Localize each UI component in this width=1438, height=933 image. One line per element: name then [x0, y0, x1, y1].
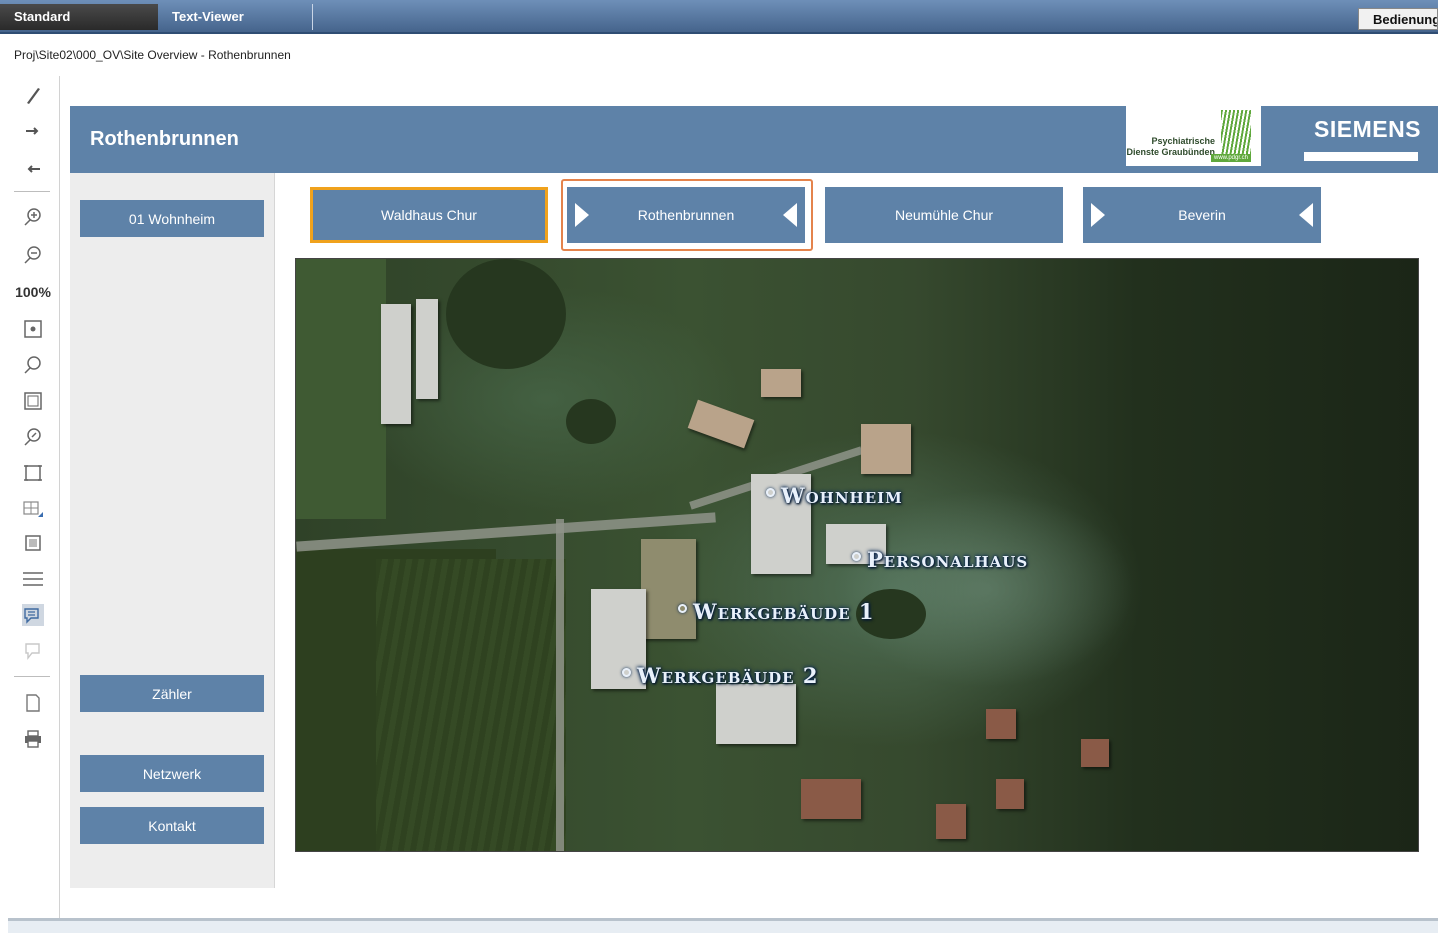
building	[861, 424, 911, 474]
site-label: Rothenbrunnen	[637, 207, 735, 223]
partner-logo-text: Psychiatrische Dienste Graubünden	[1126, 136, 1215, 157]
site-label: Beverin	[1178, 207, 1226, 223]
building	[1081, 739, 1109, 767]
zoom-out-icon[interactable]	[18, 242, 48, 268]
building	[986, 709, 1016, 739]
back-arrow-icon[interactable]	[18, 156, 48, 182]
network-button[interactable]: Netzwerk	[80, 755, 264, 792]
arrow-right-icon	[1091, 203, 1105, 227]
contact-button[interactable]: Kontakt	[80, 807, 264, 844]
marker-dot	[852, 552, 861, 561]
partner-logo-url: www.pdgr.ch	[1211, 154, 1251, 162]
grid-select-icon[interactable]	[18, 496, 48, 522]
map-label-werkgebaeude-2[interactable]: Werkgebäude 2	[622, 663, 819, 688]
building-button-wohnheim[interactable]: 01 Wohnheim	[80, 200, 264, 237]
building	[416, 299, 438, 399]
magnifier-icon[interactable]	[18, 352, 48, 378]
page-title: Rothenbrunnen	[90, 128, 239, 150]
frame-icon[interactable]	[18, 460, 48, 486]
bounds-icon[interactable]	[18, 530, 48, 556]
pen-icon[interactable]	[18, 82, 48, 108]
building	[996, 779, 1024, 809]
breadcrumb: Proj\Site02\000_OV\Site Overview - Rothe…	[14, 48, 291, 62]
operate-button[interactable]: Bedienung	[1358, 8, 1438, 30]
arrow-left-icon	[783, 203, 797, 227]
zoom-in-icon[interactable]	[18, 204, 48, 230]
building-werkgebaeude-1	[641, 539, 696, 639]
building	[687, 399, 755, 449]
marker-dot	[622, 668, 631, 677]
toolbar-divider	[14, 191, 50, 192]
meadow	[296, 259, 386, 519]
marker-dot	[678, 604, 687, 613]
partner-logo: Psychiatrische Dienste Graubünden www.pd…	[1126, 106, 1261, 166]
building	[761, 369, 801, 397]
map-label-werkgebaeude-1[interactable]: Werkgebäude 1	[678, 599, 875, 624]
arrow-left-icon	[1299, 203, 1313, 227]
page-icon[interactable]	[18, 690, 48, 716]
status-strip	[8, 921, 1438, 933]
left-toolbar: 100%	[8, 76, 60, 920]
tree-cluster	[446, 259, 566, 369]
marker-dot	[766, 488, 775, 497]
comment-disabled-icon	[18, 638, 48, 664]
zoom-level[interactable]: 100%	[10, 279, 56, 305]
tree-cluster	[566, 399, 616, 444]
forward-arrow-icon[interactable]	[18, 118, 48, 144]
page-header: Rothenbrunnen Psychiatrische Dienste Gra…	[70, 106, 1438, 173]
map-label-personalhaus[interactable]: Personalhaus	[852, 547, 1028, 572]
print-icon[interactable]	[18, 726, 48, 752]
tab-text-viewer[interactable]: Text-Viewer	[158, 4, 313, 30]
tab-standard[interactable]: Standard	[0, 4, 158, 30]
site-button-neumuehle-chur[interactable]: Neumühle Chur	[825, 187, 1063, 243]
brand-text: SIEMENS	[1314, 116, 1422, 142]
road	[556, 519, 564, 851]
zoom-area-icon[interactable]	[18, 424, 48, 450]
building	[381, 304, 411, 424]
window-icon[interactable]	[18, 388, 48, 414]
siemens-logo: SIEMENS	[1304, 106, 1422, 161]
map-label-wohnheim[interactable]: Wohnheim	[766, 483, 903, 508]
sidebar: 01 Wohnheim Zähler Netzwerk Kontakt	[70, 173, 275, 888]
toolbar-divider	[14, 676, 50, 677]
meter-button[interactable]: Zähler	[80, 675, 264, 712]
fit-center-icon[interactable]	[18, 316, 48, 342]
comment-icon[interactable]	[18, 602, 48, 628]
brand-underline	[1304, 152, 1418, 161]
partner-logo-mark	[1221, 110, 1251, 160]
building	[716, 684, 796, 744]
menu-lines-icon[interactable]	[18, 566, 48, 592]
aerial-site-map[interactable]: Wohnheim Personalhaus Werkgebäude 1 Werk…	[295, 258, 1419, 852]
site-button-waldhaus-chur[interactable]: Waldhaus Chur	[310, 187, 548, 243]
building	[801, 779, 861, 819]
arrow-right-icon	[575, 203, 589, 227]
building	[936, 804, 966, 839]
crop-field	[376, 559, 566, 851]
site-button-beverin[interactable]: Beverin	[1083, 187, 1321, 243]
site-button-rothenbrunnen[interactable]: Rothenbrunnen	[567, 187, 805, 243]
top-tab-bar: Standard Text-Viewer Bedienung	[0, 0, 1438, 34]
